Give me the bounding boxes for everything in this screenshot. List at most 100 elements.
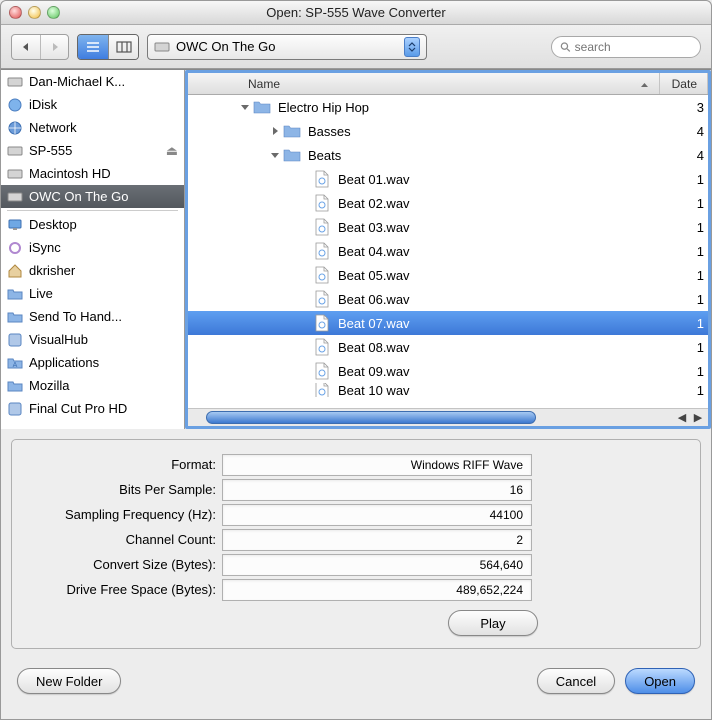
sidebar-item-isync[interactable]: iSync	[1, 236, 184, 259]
back-button[interactable]	[12, 35, 40, 59]
sidebar-item-label: iSync	[29, 240, 61, 255]
search-wrap	[435, 36, 701, 58]
disclosure-arrow-icon[interactable]	[268, 150, 282, 160]
file-row[interactable]: Beat 07.wav1	[188, 311, 708, 335]
forward-button[interactable]	[40, 35, 68, 59]
hscroll-left-arrow[interactable]: ◀	[674, 410, 690, 426]
info-format: Format: Windows RIFF Wave	[24, 452, 688, 477]
zoom-button[interactable]	[47, 6, 60, 19]
file-date: 1	[678, 383, 708, 397]
sidebar-separator	[7, 210, 178, 211]
folder-row[interactable]: Beats4	[188, 143, 708, 167]
file-name: Beat 05.wav	[338, 268, 678, 283]
folder-row[interactable]: Basses4	[188, 119, 708, 143]
file-date: 4	[678, 148, 708, 163]
sidebar-item-label: VisualHub	[29, 332, 88, 347]
file-icon	[312, 242, 332, 260]
file-row[interactable]: Beat 01.wav1	[188, 167, 708, 191]
hscroll-thumb[interactable]	[206, 411, 536, 424]
sidebar-item-label: iDisk	[29, 97, 57, 112]
traffic-lights	[9, 6, 60, 19]
search-input[interactable]	[575, 40, 692, 54]
sidebar-item-mozilla[interactable]: Mozilla	[1, 374, 184, 397]
sidebar-item-macintosh-hd[interactable]: Macintosh HD	[1, 162, 184, 185]
content-area: Dan-Michael K... iDisk Network SP-555⏏Macin…	[1, 69, 711, 429]
popup-arrows-icon	[404, 37, 420, 57]
column-name[interactable]: Name	[188, 73, 660, 94]
open-button[interactable]: Open	[625, 668, 695, 694]
file-row[interactable]: Beat 02.wav1	[188, 191, 708, 215]
info-free: Drive Free Space (Bytes): 489,652,224	[24, 577, 688, 602]
file-row[interactable]: Beat 05.wav1	[188, 263, 708, 287]
location-label: OWC On The Go	[176, 39, 398, 54]
file-icon	[312, 290, 332, 308]
sidebar-item-dan-michael[interactable]: Dan-Michael K...	[1, 70, 184, 93]
eject-icon[interactable]: ⏏	[166, 143, 178, 159]
sidebar-item-label: Mozilla	[29, 378, 69, 393]
view-mode-group	[77, 34, 139, 60]
file-row[interactable]: Beat 08.wav1	[188, 335, 708, 359]
file-name: Electro Hip Hop	[278, 100, 678, 115]
sidebar-item-sp555[interactable]: SP-555⏏	[1, 139, 184, 162]
disk-icon	[154, 39, 170, 55]
minimize-button[interactable]	[28, 6, 41, 19]
sidebar-item-applications[interactable]: AApplications	[1, 351, 184, 374]
list-icon	[85, 41, 101, 53]
file-name: Beat 08.wav	[338, 340, 678, 355]
sidebar-item-label: Applications	[29, 355, 99, 370]
sidebar-item-label: Network	[29, 120, 77, 135]
location-popup[interactable]: OWC On The Go	[147, 34, 427, 60]
nav-group	[11, 34, 69, 60]
sidebar-item-owc[interactable]: OWC On The Go	[1, 185, 184, 208]
sidebar-item-network[interactable]: Network	[1, 116, 184, 139]
titlebar: Open: SP-555 Wave Converter	[1, 1, 711, 25]
sidebar[interactable]: Dan-Michael K... iDisk Network SP-555⏏Macin…	[1, 70, 185, 429]
file-list[interactable]: Electro Hip Hop3Basses4Beats4Beat 01.wav…	[188, 95, 708, 408]
sidebar-item-live[interactable]: Live	[1, 282, 184, 305]
sidebar-item-finalcut[interactable]: Final Cut Pro HD	[1, 397, 184, 420]
file-row[interactable]: Beat 03.wav1	[188, 215, 708, 239]
file-name: Beat 04.wav	[338, 244, 678, 259]
new-folder-button[interactable]: New Folder	[17, 668, 121, 694]
file-row[interactable]: Beat 04.wav1	[188, 239, 708, 263]
bottom-bar: New Folder Cancel Open	[1, 659, 711, 703]
disclosure-arrow-icon[interactable]	[238, 102, 252, 112]
hscroll-right-arrow[interactable]: ▶	[690, 410, 706, 426]
file-icon	[312, 218, 332, 236]
file-date: 1	[678, 292, 708, 307]
file-row[interactable]: Beat 10 wav1	[188, 383, 708, 397]
open-dialog-window: Open: SP-555 Wave Converter OWC On The G…	[0, 0, 712, 720]
file-name: Beats	[308, 148, 678, 163]
sidebar-item-idisk[interactable]: iDisk	[1, 93, 184, 116]
sidebar-item-dkrisher[interactable]: dkrisher	[1, 259, 184, 282]
file-icon	[312, 170, 332, 188]
search-field[interactable]	[551, 36, 701, 58]
disclosure-arrow-icon[interactable]	[268, 126, 282, 136]
file-date: 3	[678, 100, 708, 115]
sidebar-item-visualhub[interactable]: VisualHub	[1, 328, 184, 351]
list-view-button[interactable]	[78, 35, 108, 59]
column-date[interactable]: Date	[660, 73, 708, 94]
folder-row[interactable]: Electro Hip Hop3	[188, 95, 708, 119]
sidebar-item-label: Live	[29, 286, 53, 301]
sidebar-item-label: OWC On The Go	[29, 189, 128, 204]
file-icon	[312, 266, 332, 284]
info-panel: Format: Windows RIFF Wave Bits Per Sampl…	[11, 439, 701, 649]
column-view-button[interactable]	[108, 35, 138, 59]
file-name: Beat 07.wav	[338, 316, 678, 331]
file-row[interactable]: Beat 06.wav1	[188, 287, 708, 311]
file-name: Beat 10 wav	[338, 383, 678, 397]
file-row[interactable]: Beat 09.wav1	[188, 359, 708, 383]
cancel-button[interactable]: Cancel	[537, 668, 615, 694]
close-button[interactable]	[9, 6, 22, 19]
file-icon	[312, 383, 332, 397]
sidebar-item-desktop[interactable]: Desktop	[1, 213, 184, 236]
file-icon	[312, 314, 332, 332]
sidebar-item-sendto[interactable]: Send To Hand...	[1, 305, 184, 328]
horizontal-scrollbar[interactable]: ◀ ▶	[188, 408, 708, 426]
file-name: Basses	[308, 124, 678, 139]
sidebar-item-label: Final Cut Pro HD	[29, 401, 127, 416]
play-button[interactable]: Play	[448, 610, 538, 636]
file-date: 1	[678, 244, 708, 259]
file-name: Beat 09.wav	[338, 364, 678, 379]
